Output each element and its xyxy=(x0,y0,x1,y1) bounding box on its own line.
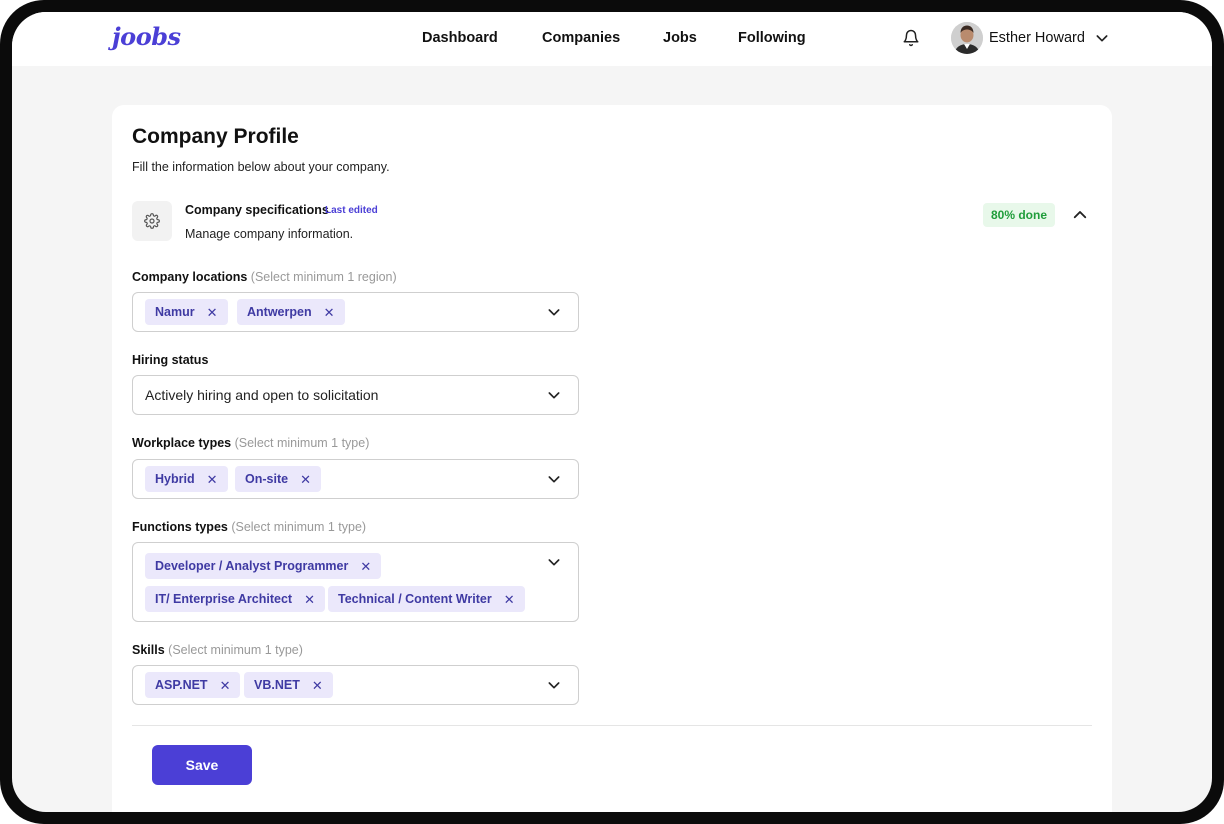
chip-label: Namur xyxy=(155,305,195,319)
company-locations-select[interactable]: Namur ✕ Antwerpen ✕ xyxy=(132,292,579,332)
close-icon[interactable]: ✕ xyxy=(312,679,323,692)
chevron-down-icon[interactable] xyxy=(546,677,562,693)
functions-types-select[interactable]: Developer / Analyst Programmer ✕ IT/ Ent… xyxy=(132,542,579,622)
chip-label: Technical / Content Writer xyxy=(338,592,492,606)
hiring-status-value: Actively hiring and open to solicitation xyxy=(145,387,379,403)
hiring-status-select[interactable]: Actively hiring and open to solicitation xyxy=(132,375,579,415)
company-locations-label: Company locations (Select minimum 1 regi… xyxy=(132,270,397,284)
section-icon-box xyxy=(132,201,172,241)
chevron-down-icon[interactable] xyxy=(546,554,562,570)
nav-item-dashboard[interactable]: Dashboard xyxy=(422,30,498,46)
chip-namur: Namur ✕ xyxy=(145,299,228,325)
company-profile-card: Company Profile Fill the information bel… xyxy=(112,105,1112,812)
skills-hint: (Select minimum 1 type) xyxy=(168,643,303,657)
company-locations-title: Company locations xyxy=(132,270,248,284)
chip-label: ASP.NET xyxy=(155,678,208,692)
chip-technical-content-writer: Technical / Content Writer ✕ xyxy=(328,586,525,612)
chip-label: VB.NET xyxy=(254,678,300,692)
chip-it-enterprise-architect: IT/ Enterprise Architect ✕ xyxy=(145,586,325,612)
top-navigation-bar: joobs Dashboard Companies Jobs Following xyxy=(12,12,1212,66)
chip-antwerpen: Antwerpen ✕ xyxy=(237,299,345,325)
skills-select[interactable]: ASP.NET ✕ VB.NET ✕ xyxy=(132,665,579,705)
device-frame: joobs Dashboard Companies Jobs Following xyxy=(0,0,1224,824)
skills-label: Skills (Select minimum 1 type) xyxy=(132,643,303,657)
gear-icon xyxy=(144,213,160,229)
user-name[interactable]: Esther Howard xyxy=(989,30,1085,46)
section-description: Manage company information. xyxy=(185,227,354,241)
functions-types-title: Functions types xyxy=(132,520,228,534)
functions-types-hint: (Select minimum 1 type) xyxy=(231,520,367,534)
bell-icon[interactable] xyxy=(902,29,920,47)
nav-item-following[interactable]: Following xyxy=(738,30,806,46)
nav-item-companies[interactable]: Companies xyxy=(542,30,620,46)
close-icon[interactable]: ✕ xyxy=(324,306,335,319)
save-button[interactable]: Save xyxy=(152,745,252,785)
chip-label: On-site xyxy=(245,472,289,486)
close-icon[interactable]: ✕ xyxy=(360,560,371,573)
page-title: Company Profile xyxy=(132,125,299,148)
close-icon[interactable]: ✕ xyxy=(207,473,218,486)
user-avatar[interactable] xyxy=(951,22,983,54)
chip-hybrid: Hybrid ✕ xyxy=(145,466,228,492)
chip-label: IT/ Enterprise Architect xyxy=(155,592,293,606)
section-title: Company specifications xyxy=(185,203,329,217)
close-icon[interactable]: ✕ xyxy=(207,306,218,319)
functions-types-label: Functions types (Select minimum 1 type) xyxy=(132,520,366,534)
chip-vb-net: VB.NET ✕ xyxy=(244,672,333,698)
hiring-status-label: Hiring status xyxy=(132,353,209,367)
chip-developer-analyst-programmer: Developer / Analyst Programmer ✕ xyxy=(145,553,382,579)
workplace-types-hint: (Select minimum 1 type) xyxy=(234,436,370,450)
chip-asp-net: ASP.NET ✕ xyxy=(145,672,241,698)
close-icon[interactable]: ✕ xyxy=(220,679,231,692)
workplace-types-label: Workplace types (Select minimum 1 type) xyxy=(132,436,369,450)
brand-logo[interactable]: joobs xyxy=(112,22,181,51)
skills-title: Skills xyxy=(132,643,165,657)
workplace-types-select[interactable]: Hybrid ✕ On-site ✕ xyxy=(132,459,579,499)
chip-on-site: On-site ✕ xyxy=(235,466,321,492)
last-edited-label: Last edited xyxy=(325,205,378,216)
chip-label: Developer / Analyst Programmer xyxy=(155,559,349,573)
app-screen: joobs Dashboard Companies Jobs Following xyxy=(12,12,1212,812)
chevron-down-icon[interactable] xyxy=(546,471,562,487)
nav-item-jobs[interactable]: Jobs xyxy=(663,30,697,46)
workplace-types-title: Workplace types xyxy=(132,436,232,450)
close-icon[interactable]: ✕ xyxy=(300,473,311,486)
chevron-down-icon[interactable] xyxy=(546,387,562,403)
company-locations-hint: (Select minimum 1 region) xyxy=(250,270,397,284)
chip-label: Hybrid xyxy=(155,472,195,486)
chip-label: Antwerpen xyxy=(247,305,312,319)
chevron-down-icon[interactable] xyxy=(1094,30,1110,46)
progress-badge: 80% done xyxy=(983,203,1055,227)
chevron-down-icon[interactable] xyxy=(546,304,562,320)
close-icon[interactable]: ✕ xyxy=(304,593,315,606)
close-icon[interactable]: ✕ xyxy=(504,593,515,606)
page-subtitle: Fill the information below about your co… xyxy=(132,160,390,174)
chevron-up-icon[interactable] xyxy=(1071,206,1089,224)
section-divider xyxy=(132,725,1092,726)
user-portrait-icon xyxy=(951,22,983,54)
